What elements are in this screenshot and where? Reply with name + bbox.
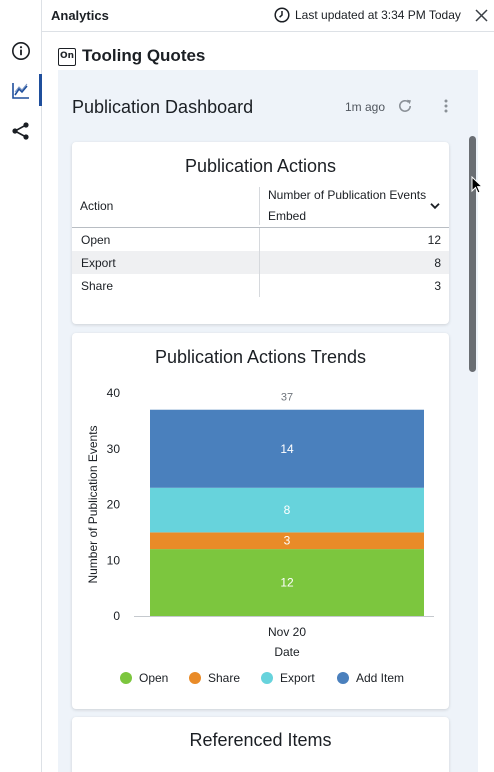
- close-button[interactable]: [472, 6, 490, 24]
- table-row: Share 3: [72, 274, 449, 297]
- close-icon: [474, 8, 488, 22]
- referenced-items-title: Referenced Items: [189, 730, 332, 750]
- trends-chart: 0 10 20 30 40 Number of Publication Events 12 3…: [86, 386, 434, 659]
- analytics-button[interactable]: [0, 74, 42, 108]
- legend-label: Share: [208, 671, 241, 685]
- row-action: Share: [81, 279, 114, 293]
- legend-label: Open: [139, 671, 169, 685]
- publication-actions-title: Publication Actions: [184, 156, 337, 176]
- legend-swatch: [120, 672, 132, 684]
- onshape-document-icon: On: [58, 48, 76, 66]
- y-tick-label: 30: [107, 442, 121, 456]
- info-button[interactable]: [0, 34, 42, 68]
- panel-title: Analytics: [51, 8, 109, 23]
- chart-legend: Open Share Export Add Item: [72, 671, 449, 693]
- y-tick-label: 10: [107, 553, 121, 567]
- table-row: Export 8: [72, 251, 449, 274]
- bar-data-label: 3: [284, 534, 291, 548]
- bar-data-label: 8: [284, 503, 291, 517]
- document-name: Tooling Quotes: [82, 46, 206, 65]
- publication-actions-trends-card: Publication Actions Trends 0 10 20 30 40 Numb…: [72, 333, 449, 709]
- mouse-cursor-icon: [471, 176, 483, 194]
- line-chart-icon: [12, 83, 29, 99]
- refresh-icon: [399, 99, 411, 112]
- y-tick-label: 0: [113, 609, 120, 623]
- publication-actions-table: Action Number of Publication Events Embe…: [72, 185, 449, 297]
- table-row: Open 12: [72, 228, 449, 251]
- scrollbar-thumb[interactable]: [469, 136, 476, 372]
- dashboard-updated-ago: 1m ago: [345, 100, 386, 114]
- legend-swatch: [337, 672, 349, 684]
- publication-dashboard: Publication Dashboard 1m ago Publication…: [58, 70, 478, 772]
- row-action: Export: [81, 256, 116, 270]
- y-tick-label: 20: [107, 498, 121, 512]
- dashboard-title: Publication Dashboard: [72, 97, 254, 117]
- info-icon: [12, 42, 30, 60]
- column-header-metric-sub: Embed: [268, 209, 307, 223]
- trends-title: Publication Actions Trends: [154, 347, 367, 367]
- panel-header: Analytics Last updated at 3:34 PM Today: [42, 0, 494, 32]
- referenced-items-card: Referenced Items: [72, 717, 449, 772]
- column-divider: [259, 187, 260, 225]
- row-action: Open: [81, 233, 111, 247]
- table-header: Action Number of Publication Events Embe…: [72, 185, 449, 228]
- column-header-metric[interactable]: Number of Publication Events: [268, 188, 426, 202]
- document-title: On Tooling Quotes: [58, 46, 205, 66]
- share-button[interactable]: [0, 114, 42, 148]
- clock-icon: [274, 7, 290, 23]
- legend-label: Export: [280, 671, 315, 685]
- y-axis-label: Number of Publication Events: [86, 425, 100, 583]
- row-value: 12: [427, 233, 441, 247]
- legend-item-share[interactable]: Share: [189, 671, 240, 685]
- last-updated: Last updated at 3:34 PM Today: [274, 7, 461, 23]
- refresh-button[interactable]: [396, 97, 414, 115]
- last-updated-text: Last updated at 3:34 PM Today: [295, 8, 461, 22]
- x-tick-label: Nov 20: [268, 625, 306, 639]
- share-icon: [12, 122, 29, 140]
- column-header-action[interactable]: Action: [80, 199, 113, 213]
- bar-total-label: 37: [281, 392, 293, 404]
- x-axis-label: Date: [274, 645, 300, 659]
- row-value: 8: [434, 256, 441, 270]
- bar-data-label: 12: [280, 576, 294, 590]
- column-sort-button[interactable]: [430, 199, 440, 213]
- legend-item-open[interactable]: Open: [120, 671, 168, 685]
- y-tick-label: 40: [107, 386, 121, 400]
- legend-item-export[interactable]: Export: [261, 671, 315, 685]
- legend-item-add-item[interactable]: Add Item: [337, 671, 404, 685]
- row-value: 3: [434, 279, 441, 293]
- left-icon-rail: [0, 0, 42, 772]
- legend-label: Add Item: [356, 671, 405, 685]
- chevron-down-icon: [430, 203, 440, 210]
- more-options-button[interactable]: [438, 97, 454, 115]
- legend-swatch: [261, 672, 273, 684]
- bar-data-label: 14: [280, 442, 294, 456]
- publication-actions-card: Publication Actions Action Number of Pub…: [72, 142, 449, 324]
- kebab-menu-icon: [444, 99, 448, 113]
- legend-swatch: [189, 672, 201, 684]
